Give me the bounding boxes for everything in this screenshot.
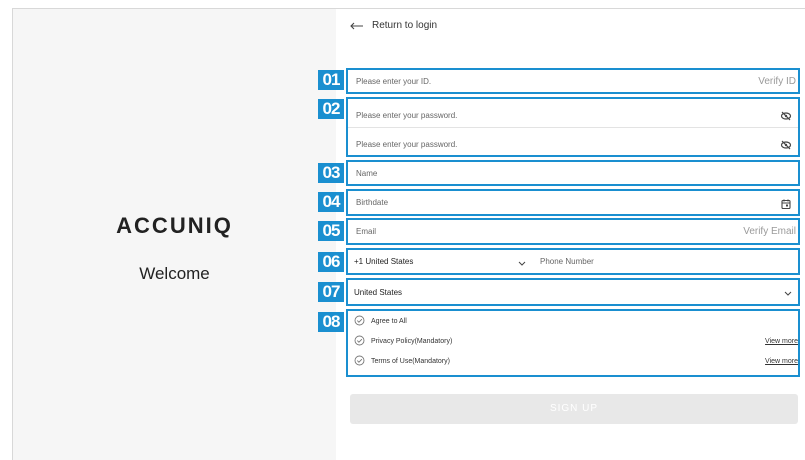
- welcome-text: Welcome: [139, 264, 210, 283]
- badge-08: 08: [318, 312, 344, 332]
- badge-07: 07: [318, 282, 344, 302]
- verify-id-button[interactable]: Verify ID: [758, 76, 798, 87]
- id-field[interactable]: Please enter your ID. Verify ID: [348, 70, 798, 92]
- name-input-placeholder: Name: [356, 168, 378, 178]
- agree-all-checkbox[interactable]: Agree to All: [354, 314, 798, 328]
- password-input-placeholder: Please enter your password.: [356, 110, 458, 120]
- birthdate-input-placeholder: Birthdate: [356, 198, 389, 207]
- birthdate-field[interactable]: Birthdate: [348, 191, 798, 214]
- chevron-down-icon: [784, 283, 792, 301]
- country-select[interactable]: United States: [348, 280, 798, 304]
- badge-06: 06: [318, 252, 344, 272]
- terms-of-use-checkbox[interactable]: Terms of Use(Mandatory) View more: [354, 354, 798, 368]
- check-circle-icon: [354, 335, 365, 348]
- badge-04: 04: [318, 192, 344, 212]
- country-code-select[interactable]: +1 United States: [348, 253, 532, 271]
- password-field[interactable]: Please enter your password.: [348, 104, 798, 126]
- phone-row: +1 United States Phone Number: [348, 250, 798, 273]
- phone-number-input-placeholder[interactable]: Phone Number: [532, 257, 798, 266]
- password-divider: [348, 127, 798, 128]
- eye-off-icon[interactable]: [780, 138, 792, 150]
- badge-02: 02: [318, 99, 344, 119]
- password-confirm-field[interactable]: Please enter your password.: [348, 133, 798, 155]
- chevron-down-icon: [518, 253, 526, 271]
- sign-up-button[interactable]: SIGN UP: [350, 394, 798, 424]
- badge-01: 01: [318, 70, 344, 90]
- verify-email-button[interactable]: Verify Email: [743, 226, 798, 237]
- return-to-login-link[interactable]: Return to login: [350, 20, 437, 31]
- agree-all-label: Agree to All: [371, 317, 407, 325]
- return-to-login-label: Return to login: [372, 20, 438, 31]
- welcome-panel: ACCUNIQ Welcome: [13, 9, 336, 460]
- privacy-view-more-link[interactable]: View more: [765, 338, 798, 345]
- email-input-placeholder: Email: [356, 227, 377, 236]
- country-value: United States: [354, 287, 403, 297]
- name-field[interactable]: Name: [348, 162, 798, 184]
- check-circle-icon: [354, 355, 365, 368]
- check-circle-icon: [354, 315, 365, 328]
- eye-off-icon[interactable]: [780, 109, 792, 121]
- terms-of-use-label: Terms of Use(Mandatory): [371, 357, 450, 365]
- email-field[interactable]: Email Verify Email: [348, 220, 798, 243]
- badge-03: 03: [318, 163, 344, 183]
- password-confirm-input-placeholder: Please enter your password.: [356, 139, 458, 149]
- id-input-placeholder: Please enter your ID.: [356, 76, 432, 86]
- country-code-value: +1 United States: [354, 257, 414, 266]
- badge-05: 05: [318, 221, 344, 241]
- privacy-policy-checkbox[interactable]: Privacy Policy(Mandatory) View more: [354, 334, 798, 348]
- calendar-icon[interactable]: [780, 197, 792, 209]
- privacy-policy-label: Privacy Policy(Mandatory): [371, 337, 453, 345]
- arrow-left-icon: [350, 22, 364, 30]
- terms-view-more-link[interactable]: View more: [765, 358, 798, 365]
- brand-logo: ACCUNIQ: [116, 213, 233, 238]
